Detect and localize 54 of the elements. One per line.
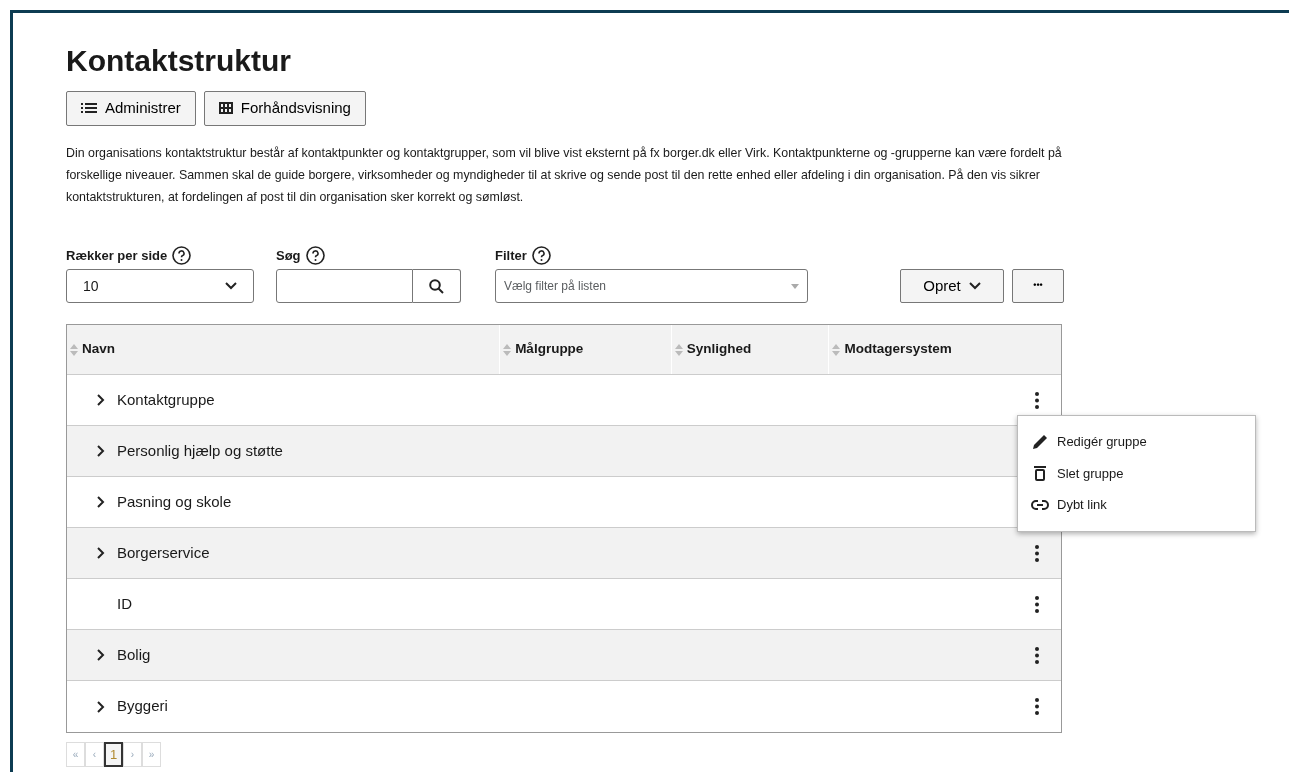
table-cell-text: Kontaktgruppe: [117, 389, 215, 410]
more-button[interactable]: •••: [1012, 269, 1064, 303]
search-field[interactable]: [276, 269, 413, 303]
sort-icon: [674, 343, 683, 356]
more-icon[interactable]: [1035, 391, 1039, 409]
sort-icon: [70, 343, 78, 356]
chevron-icon[interactable]: [97, 394, 105, 406]
caret-icon: [968, 282, 981, 290]
pencil-icon: [1031, 433, 1049, 451]
table-cell-text: Pasning og skole: [117, 491, 232, 512]
help-icon[interactable]: [531, 245, 551, 265]
rows-per-page-select[interactable]: 10: [66, 269, 254, 303]
table-cell-text: Bolig: [117, 644, 151, 665]
list-icon: [81, 102, 97, 115]
chevron-icon[interactable]: [97, 649, 105, 661]
grid-icon: [218, 102, 233, 115]
help-icon[interactable]: [305, 245, 325, 265]
column-header[interactable]: Modtagersystem: [844, 339, 952, 360]
search-icon: [429, 278, 444, 294]
table-cell-text: Personlig hjælp og støtte: [117, 440, 283, 461]
table-cell-text: Byggeri: [117, 696, 168, 717]
table-cell-text: Borgerservice: [117, 542, 210, 563]
view-button[interactable]: Administrer: [66, 91, 196, 126]
link-icon: [1031, 499, 1049, 510]
help-icon[interactable]: [172, 245, 192, 265]
page-title: Kontaktstruktur: [66, 43, 292, 79]
more-icon[interactable]: [1035, 595, 1039, 613]
filter-select[interactable]: Vælg filter på listen: [495, 269, 808, 303]
view-button[interactable]: Forhåndsvisning: [203, 91, 366, 126]
chevron-icon[interactable]: [97, 700, 105, 713]
column-header[interactable]: Målgruppe: [515, 339, 584, 360]
more-icon[interactable]: [1035, 698, 1039, 715]
field-label: Søg: [276, 246, 301, 265]
menu-item[interactable]: Redigér gruppe: [1018, 426, 1255, 458]
field-label: Filter: [495, 246, 527, 265]
chevron-icon[interactable]: [97, 445, 105, 457]
description-text: Din organisations kontaktstruktur består af kontaktpunkter og kontaktgrupper, som vil blive vist eksternt på fx borger.dk eller Virk. Kontaktpunkterne og -grupperne kan være fordelt på forskellige niveauer. Sammen skal de guide borgere, virksomheder og myndigheder til at skrive og sende post til den rette enhed eller afdeling i din organisation. På den vis sikrer kontaktstrukturen, at fordelingen af post til din organisation sker korrekt og sømløst.: [66, 144, 1063, 206]
field-label: Rækker per side: [66, 246, 168, 265]
table-cell-text: ID: [117, 593, 132, 614]
menu-item[interactable]: Dybt link: [1018, 489, 1255, 521]
create-button[interactable]: Opret: [900, 269, 1004, 303]
sort-icon: [503, 343, 512, 356]
search-button[interactable]: [413, 269, 461, 303]
more-icon[interactable]: [1035, 646, 1039, 664]
chevron-icon[interactable]: [97, 496, 105, 508]
column-header[interactable]: Navn: [82, 339, 115, 360]
caret-icon: [791, 283, 799, 289]
trash-icon: [1034, 465, 1046, 482]
menu-item[interactable]: Slet gruppe: [1018, 457, 1255, 489]
caret-icon: [225, 282, 237, 290]
more-icon[interactable]: [1035, 544, 1039, 562]
sort-icon: [832, 343, 841, 356]
chevron-icon[interactable]: [97, 547, 105, 559]
column-header[interactable]: Synlighed: [686, 339, 752, 360]
